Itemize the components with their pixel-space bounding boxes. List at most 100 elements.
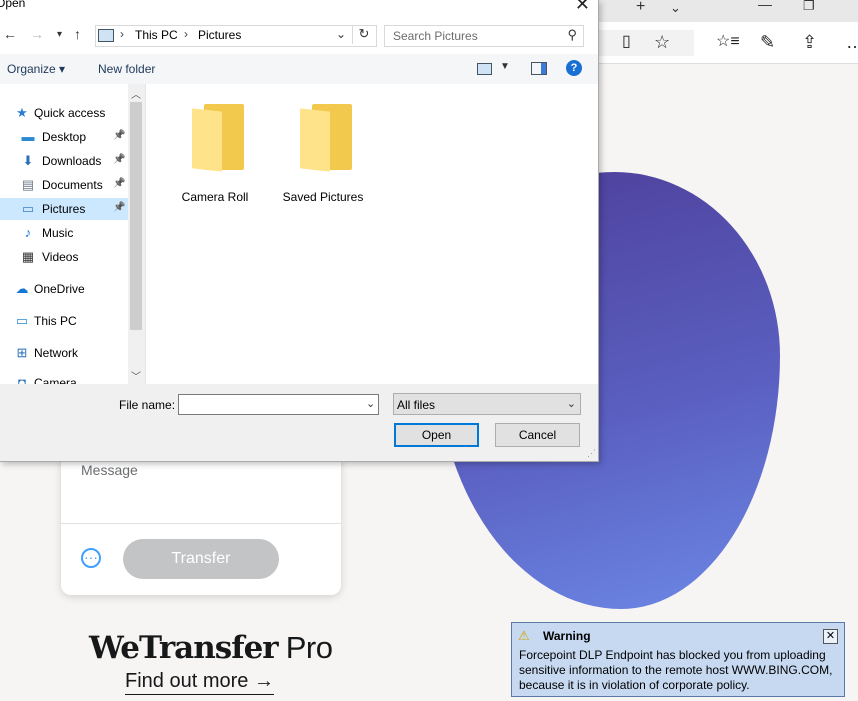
- forward-arrow-icon[interactable]: →: [30, 26, 44, 42]
- nav-item-label: Downloads: [42, 154, 102, 168]
- nav-item-videos[interactable]: ▦ Videos: [0, 246, 128, 268]
- view-options-chevron-icon[interactable]: ▼: [500, 61, 510, 72]
- nav-item-label: Quick access: [34, 106, 106, 120]
- nav-item-label: Network: [34, 346, 79, 360]
- resize-grip-icon[interactable]: ⋰: [587, 448, 596, 459]
- search-input[interactable]: Search Pictures ⚲: [384, 25, 584, 47]
- new-tab-icon[interactable]: +: [636, 0, 645, 16]
- breadcrumb-pictures[interactable]: Pictures: [198, 28, 241, 42]
- dialog-close-icon[interactable]: ✕: [575, 0, 590, 15]
- path-dropdown-chevron-icon[interactable]: ⌄: [336, 27, 346, 41]
- nav-item-music[interactable]: ♪ Music: [0, 222, 128, 244]
- file-name-dropdown-chevron-icon[interactable]: ⌄: [366, 397, 375, 410]
- file-type-chevron-icon[interactable]: ⌄: [567, 397, 576, 410]
- nav-item-onedrive[interactable]: ☁ OneDrive: [0, 278, 128, 300]
- folder-icon: [192, 104, 246, 172]
- address-field[interactable]: [598, 30, 694, 56]
- warning-triangle-icon: ⚠: [518, 628, 530, 643]
- path-separator-icon[interactable]: ›: [184, 27, 188, 41]
- scroll-down-arrow-icon[interactable]: ﹀: [131, 368, 141, 383]
- new-folder-button[interactable]: New folder: [98, 62, 155, 76]
- change-view-icon[interactable]: [477, 63, 492, 75]
- nav-item-label: Camera: [34, 376, 77, 384]
- help-icon[interactable]: ?: [566, 60, 582, 76]
- more-options-icon[interactable]: ···: [81, 548, 101, 568]
- nav-item-label: Documents: [42, 178, 103, 192]
- pen-icon[interactable]: ✎: [760, 32, 775, 52]
- search-placeholder: Search Pictures: [393, 29, 478, 43]
- navigation-scrollbar[interactable]: ︿ ﹀: [128, 84, 145, 384]
- nav-item-label: Music: [42, 226, 74, 240]
- message-field[interactable]: Message: [81, 462, 138, 478]
- nav-item-pictures[interactable]: ▭ Pictures 📌: [0, 198, 128, 220]
- browser-tab-strip: + ⌄ — ❐: [598, 0, 858, 22]
- folder-item-camera-roll[interactable]: Camera Roll: [167, 102, 263, 212]
- scroll-up-arrow-icon[interactable]: ︿: [131, 86, 141, 101]
- pin-icon[interactable]: 📌: [113, 130, 125, 141]
- nav-item-label: Videos: [42, 250, 79, 264]
- cancel-button[interactable]: Cancel: [495, 423, 580, 447]
- file-name-input[interactable]: [178, 394, 379, 415]
- folder-label: Saved Pictures: [282, 190, 364, 204]
- find-out-more-link[interactable]: Find out more →: [125, 670, 274, 695]
- dialog-command-bar: Organize ▾ New folder ▼ ?: [0, 54, 598, 85]
- organize-menu-button[interactable]: Organize ▾: [7, 62, 65, 76]
- camera-icon: ◘: [18, 375, 26, 385]
- open-button[interactable]: Open: [394, 423, 479, 447]
- pin-icon[interactable]: 📌: [113, 154, 125, 165]
- nav-item-camera[interactable]: ◘ Camera: [0, 372, 128, 385]
- pin-icon[interactable]: 📌: [113, 178, 125, 189]
- restore-icon[interactable]: ❐: [803, 0, 815, 14]
- transfer-card: Message ··· Transfer: [61, 440, 341, 595]
- file-type-value: All files: [397, 398, 436, 412]
- warning-title: Warning: [543, 629, 591, 643]
- breadcrumb-this-pc[interactable]: This PC: [135, 28, 178, 42]
- tab-list-chevron-icon[interactable]: ⌄: [670, 0, 681, 16]
- favorites-list-icon[interactable]: ☆≡: [716, 32, 740, 52]
- this-pc-icon: [98, 29, 114, 42]
- navigation-pane: ★ Quick access ▬ Desktop 📌 ⬇ Downloads 📌 ▤ Docume…: [0, 84, 146, 384]
- refresh-icon[interactable]: ↻: [352, 26, 375, 44]
- more-icon[interactable]: …: [846, 32, 858, 52]
- warning-close-icon[interactable]: ✕: [823, 629, 838, 644]
- dialog-bottom-bar: File name: ⌄ All files ⌄ Open Cancel ⋰: [0, 384, 598, 461]
- folder-item-saved-pictures[interactable]: Saved Pictures: [275, 102, 371, 212]
- minimize-icon[interactable]: —: [758, 0, 772, 12]
- scroll-thumb[interactable]: [130, 102, 142, 330]
- path-separator-icon[interactable]: ›: [120, 27, 124, 41]
- favorite-star-icon[interactable]: ☆: [654, 32, 670, 52]
- search-icon[interactable]: ⚲: [567, 27, 577, 43]
- browser-address-bar: ▯ ☆ ☆≡ ✎ ⇪ …: [598, 22, 858, 64]
- cloud-icon: ☁: [15, 281, 29, 296]
- preview-pane-icon[interactable]: [531, 62, 547, 75]
- nav-item-label: Desktop: [42, 130, 87, 144]
- up-arrow-icon[interactable]: ↑: [74, 26, 81, 42]
- download-arrow-icon: ⬇: [22, 153, 34, 168]
- pin-icon[interactable]: 📌: [113, 202, 125, 213]
- nav-item-label: This PC: [34, 314, 77, 328]
- reading-view-icon[interactable]: ▯: [622, 32, 631, 52]
- transfer-button[interactable]: Transfer: [123, 539, 279, 579]
- recent-locations-chevron-icon[interactable]: ▾: [57, 29, 62, 40]
- nav-item-desktop[interactable]: ▬ Desktop 📌: [0, 126, 128, 148]
- nav-item-network[interactable]: ⊞ Network: [0, 342, 128, 364]
- dialog-title: Open: [0, 0, 26, 10]
- nav-item-downloads[interactable]: ⬇ Downloads 📌: [0, 150, 128, 172]
- brand-bold: WeTransfer: [89, 630, 279, 666]
- nav-item-label: Pictures: [42, 202, 86, 216]
- dialog-titlebar: Open ✕: [0, 0, 598, 18]
- address-path-box[interactable]: › This PC › Pictures ⌄ ↻: [95, 25, 377, 47]
- share-icon[interactable]: ⇪: [802, 32, 817, 52]
- dialog-navigation-bar: ← → ▾ ↑ › This PC › Pictures ⌄ ↻ Search …: [0, 18, 598, 54]
- dlp-warning-popup: ⚠ Warning ✕ Forcepoint DLP Endpoint has …: [511, 622, 845, 697]
- wetransfer-pro-logo: WeTransfer Pro: [89, 630, 333, 666]
- back-arrow-icon[interactable]: ←: [3, 26, 17, 42]
- file-type-select[interactable]: All files ⌄: [393, 393, 581, 415]
- nav-item-quick-access[interactable]: ★ Quick access: [0, 102, 128, 124]
- nav-item-this-pc[interactable]: ▭ This PC: [0, 310, 128, 332]
- nav-item-documents[interactable]: ▤ Documents 📌: [0, 174, 128, 196]
- film-icon: ▦: [21, 249, 35, 264]
- open-file-dialog: Open ✕ ← → ▾ ↑ › This PC › Pictures ⌄ ↻ …: [0, 0, 599, 462]
- brand-light: Pro: [277, 630, 333, 665]
- file-list-area: Camera Roll Saved Pictures: [146, 84, 598, 384]
